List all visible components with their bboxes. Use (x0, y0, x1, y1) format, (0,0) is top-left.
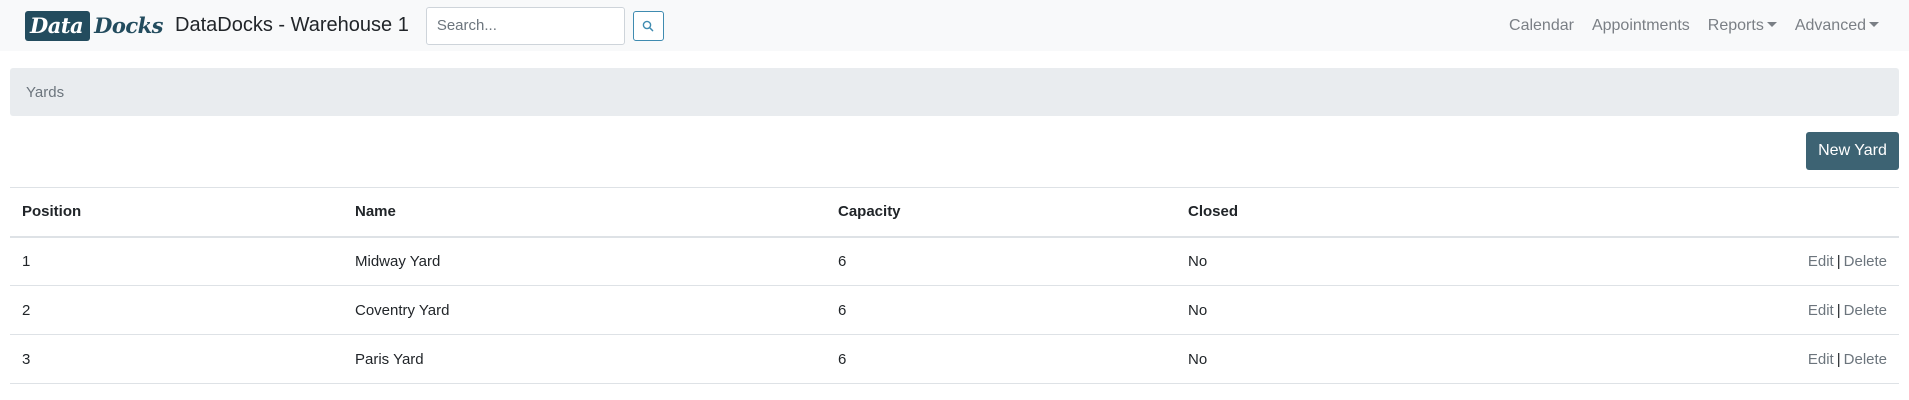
cell-closed: No (1176, 334, 1476, 384)
edit-link[interactable]: Edit (1808, 302, 1834, 319)
cell-capacity: 6 (826, 236, 1176, 286)
search-button[interactable] (632, 10, 664, 41)
brand-title[interactable]: DataDocks - Warehouse 1 (175, 14, 409, 37)
table-row: 3 Paris Yard 6 No Edit | Delete (10, 334, 1899, 384)
cell-actions: Edit | Delete (1476, 285, 1899, 335)
cell-actions: Edit | Delete (1476, 334, 1899, 384)
table-row: 2 Coventry Yard 6 No Edit | Delete (10, 285, 1899, 335)
yards-table: Position Name Capacity Closed 1 Midway Y… (10, 187, 1899, 384)
delete-link[interactable]: Delete (1844, 351, 1887, 368)
cell-name: Midway Yard (343, 236, 826, 286)
cell-name: Coventry Yard (343, 285, 826, 335)
new-yard-button[interactable]: New Yard (1806, 132, 1899, 170)
action-separator: | (1836, 301, 1841, 319)
breadcrumb: Yards (10, 68, 1899, 116)
header-name: Name (343, 187, 826, 238)
nav-menu: Calendar Appointments Reports Advanced (1491, 0, 1879, 51)
navbar: Data Docks DataDocks - Warehouse 1 Calen… (0, 0, 1909, 51)
nav-reports-label: Reports (1707, 16, 1764, 34)
nav-reports-dropdown[interactable]: Reports (1708, 17, 1777, 35)
caret-down-icon (1766, 21, 1777, 27)
nav-advanced-label: Advanced (1794, 16, 1866, 34)
delete-link[interactable]: Delete (1844, 302, 1887, 319)
nav-advanced-dropdown[interactable]: Advanced (1795, 17, 1879, 35)
cell-closed: No (1176, 236, 1476, 286)
action-bar: New Yard (0, 116, 1909, 187)
delete-link[interactable]: Delete (1844, 253, 1887, 270)
logo-docks-text: Docks (94, 12, 164, 38)
table-header-row: Position Name Capacity Closed (10, 187, 1899, 238)
action-separator: | (1836, 350, 1841, 368)
cell-closed: No (1176, 285, 1476, 335)
edit-link[interactable]: Edit (1808, 253, 1834, 270)
header-capacity: Capacity (826, 187, 1176, 238)
cell-position: 1 (10, 236, 343, 286)
caret-down-icon (1869, 21, 1879, 27)
action-separator: | (1836, 252, 1841, 270)
nav-appointments[interactable]: Appointments (1592, 17, 1690, 35)
cell-position: 3 (10, 334, 343, 384)
header-actions (1476, 187, 1899, 238)
nav-calendar[interactable]: Calendar (1509, 17, 1574, 35)
table-row: 1 Midway Yard 6 No Edit | Delete (10, 236, 1899, 286)
header-position: Position (10, 187, 343, 238)
datadocks-logo[interactable]: Data Docks (25, 10, 164, 42)
cell-name: Paris Yard (343, 334, 826, 384)
search-icon (643, 20, 654, 31)
edit-link[interactable]: Edit (1808, 351, 1834, 368)
header-closed: Closed (1176, 187, 1476, 238)
search-input[interactable] (425, 6, 625, 45)
breadcrumb-current: Yards (26, 83, 65, 101)
logo-data-text: Data (25, 10, 91, 41)
cell-capacity: 6 (826, 334, 1176, 384)
cell-position: 2 (10, 285, 343, 335)
cell-capacity: 6 (826, 285, 1176, 335)
cell-actions: Edit | Delete (1476, 236, 1899, 286)
